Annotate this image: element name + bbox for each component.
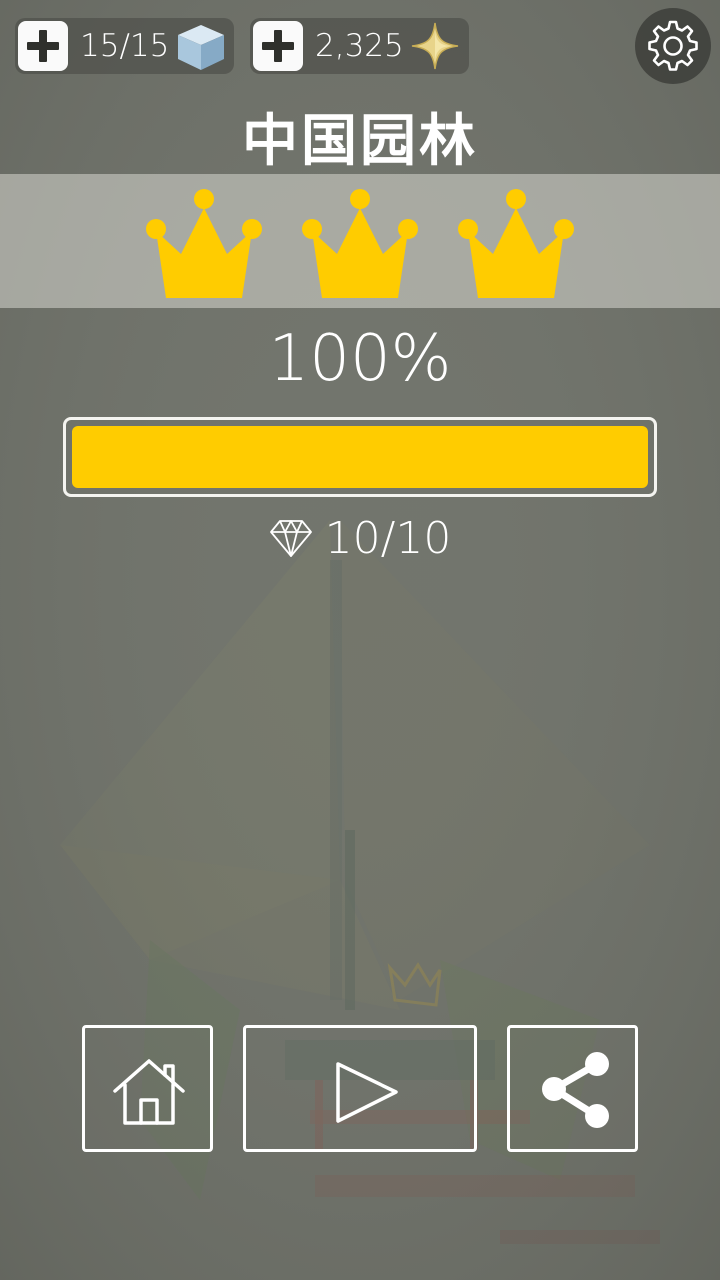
progress-fill <box>72 426 648 488</box>
gear-icon <box>648 20 698 71</box>
add-stars-button[interactable] <box>253 21 303 71</box>
play-button[interactable] <box>243 1025 477 1152</box>
gem-count: 10/10 <box>324 512 452 564</box>
completion-percent: 100% <box>268 322 452 396</box>
lives-value: 15/15 <box>80 28 170 64</box>
diamond-icon <box>269 520 312 557</box>
share-icon <box>542 1052 609 1128</box>
add-lives-button[interactable] <box>18 21 68 71</box>
stars-value: 2,325 <box>315 28 404 64</box>
crown-icon <box>146 189 262 298</box>
crown-icon <box>302 189 418 298</box>
level-title: 中国园林 <box>242 109 478 174</box>
progress-track <box>72 426 648 488</box>
share-button[interactable] <box>507 1025 638 1152</box>
stars-counter: 2,325 <box>250 18 469 74</box>
gem-counter: 10/10 <box>0 510 720 566</box>
settings-button[interactable] <box>635 8 711 84</box>
lives-counter: 15/15 <box>15 18 234 74</box>
ice-cube-icon <box>178 25 224 70</box>
sparkle-star-icon <box>411 22 459 70</box>
progress-bar <box>63 417 657 497</box>
play-icon <box>336 1062 398 1123</box>
home-icon <box>113 1059 185 1125</box>
crown-icon <box>458 189 574 298</box>
home-button[interactable] <box>82 1025 213 1152</box>
